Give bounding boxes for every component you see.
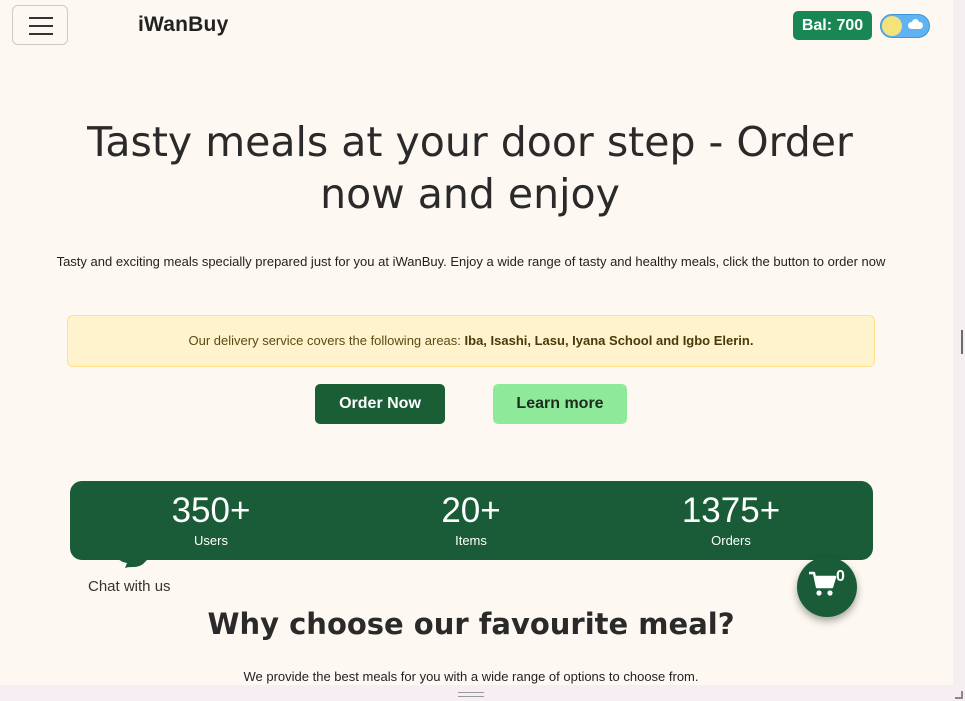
stat-label: Items: [455, 533, 487, 548]
stats-banner: 350+ Users 20+ Items 1375+ Orders: [70, 481, 873, 560]
cloud-icon: [908, 22, 923, 29]
sun-icon: [882, 16, 902, 36]
chat-bubble-icon[interactable]: [117, 558, 149, 568]
page: iWanBuy Bal: 700 Tasty meals at your doo…: [0, 0, 953, 685]
stat-orders: 1375+ Orders: [631, 481, 831, 550]
stat-value: 350+: [171, 491, 251, 530]
delivery-areas-alert: Our delivery service covers the followin…: [67, 315, 875, 367]
stat-items: 20+ Items: [371, 481, 571, 550]
hamburger-menu-button[interactable]: [12, 5, 68, 45]
cart-icon: [809, 571, 837, 596]
stat-value: 1375+: [681, 491, 781, 530]
resize-handle-icon[interactable]: [458, 692, 484, 697]
delivery-alert-text: Our delivery service covers the followin…: [188, 333, 461, 348]
balance-badge: Bal: 700: [793, 11, 872, 40]
bottom-resize-bar[interactable]: [0, 685, 965, 701]
vertical-scrollbar[interactable]: [953, 0, 965, 685]
theme-toggle[interactable]: [880, 14, 930, 38]
order-now-button[interactable]: Order Now: [315, 384, 445, 424]
stat-users: 350+ Users: [111, 481, 311, 550]
brand-logo[interactable]: iWanBuy: [138, 13, 228, 37]
delivery-areas-list: Iba, Isashi, Lasu, Iyana School and Igbo…: [464, 333, 754, 348]
scrollbar-thumb[interactable]: [961, 330, 963, 354]
stat-label: Orders: [711, 533, 751, 548]
resize-corner-icon[interactable]: [955, 691, 963, 699]
hero-title: Tasty meals at your door step - Order no…: [87, 118, 853, 218]
stat-label: Users: [194, 533, 228, 548]
cart-count-badge: 0: [836, 568, 845, 585]
learn-more-button[interactable]: Learn more: [493, 384, 627, 424]
hero-subtitle: Tasty and exciting meals specially prepa…: [56, 254, 886, 269]
stat-value: 20+: [441, 491, 501, 530]
menu-icon-bar: [29, 33, 53, 35]
why-section-subtitle: We provide the best meals for you with a…: [243, 669, 699, 684]
menu-icon-bar: [29, 25, 53, 27]
why-section-title: Why choose our favourite meal?: [207, 607, 735, 641]
chat-with-us-link[interactable]: Chat with us: [88, 578, 171, 595]
menu-icon-bar: [29, 17, 53, 19]
